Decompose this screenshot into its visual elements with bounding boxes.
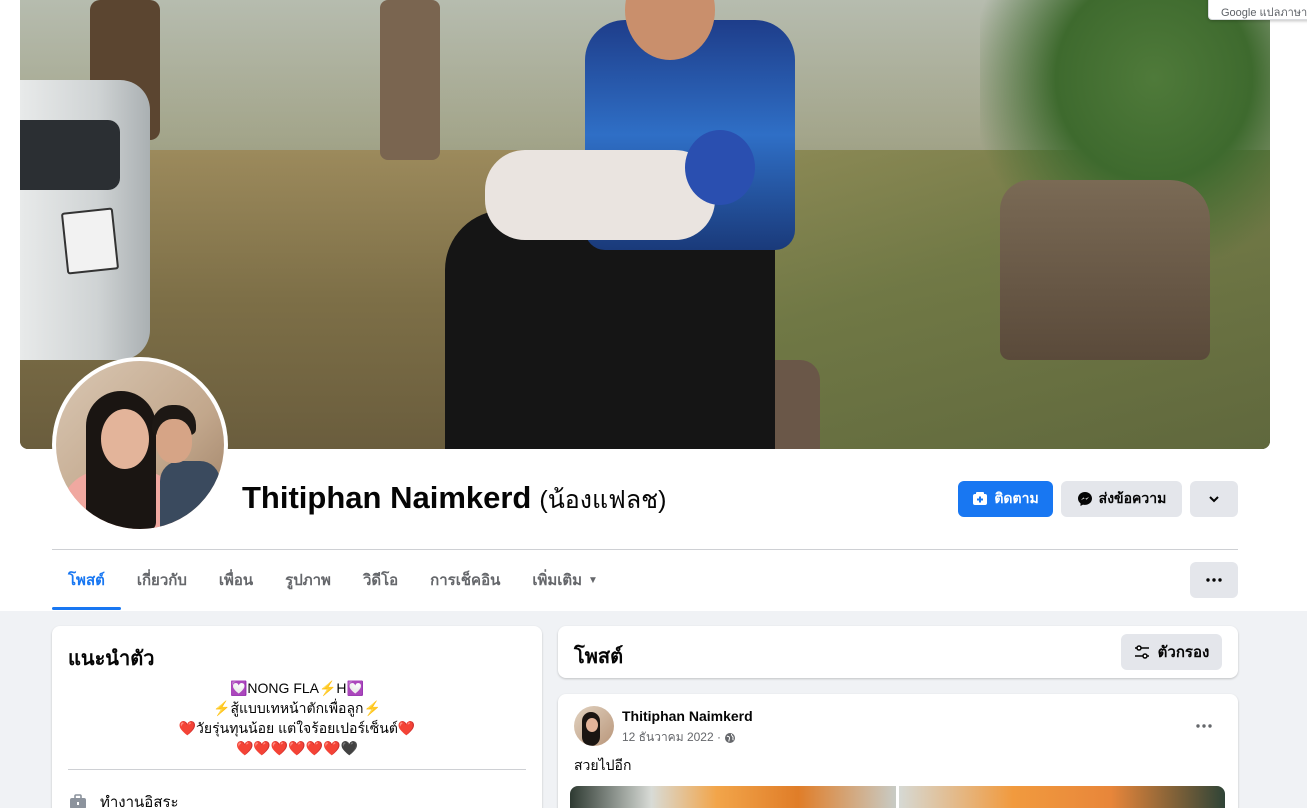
intro-work: ทำงานอิสระ <box>100 794 179 808</box>
post-author[interactable]: Thitiphan Naimkerd <box>622 708 753 724</box>
more-options-button[interactable] <box>1190 562 1238 598</box>
profile-name-row: Thitiphan Naimkerd (น้องแฟลช) <box>242 480 666 520</box>
intro-work-row: ทำงานอิสระ <box>68 790 179 808</box>
profile-name: Thitiphan Naimkerd <box>242 480 532 515</box>
bio-line: ❤️วัยรุ่นทุนน้อย แต่ใจร้อยเปอร์เซ็นต์❤️ <box>178 720 416 736</box>
post-text: สวยไปอีก <box>574 757 632 773</box>
follow-icon <box>973 492 988 505</box>
avatar[interactable] <box>574 706 614 746</box>
follow-button[interactable]: ติดตาม <box>958 481 1053 517</box>
cover-baby-hat <box>685 130 755 205</box>
intro-divider <box>68 769 526 770</box>
cover-person <box>425 0 795 449</box>
filter-label: ตัวกรอง <box>1157 644 1210 661</box>
post-card: Thitiphan Naimkerd 12 ธันวาคม 2022 · สวย… <box>558 694 1238 808</box>
chevron-down-icon <box>1209 496 1219 503</box>
profile-tabs: โพสต์ เกี่ยวกับ เพื่อน รูปภาพ วิดีโอ การ… <box>52 550 614 610</box>
tab-posts[interactable]: โพสต์ <box>52 550 121 610</box>
avatar-person <box>586 718 598 732</box>
profile-actions: ติดตาม ส่งข้อความ <box>958 481 1238 517</box>
messenger-icon <box>1077 492 1092 506</box>
tab-label: เกี่ยวกับ <box>136 572 187 589</box>
filter-button[interactable]: ตัวกรอง <box>1121 634 1222 670</box>
intro-card: แนะนำตัว 💟NONG FLA⚡H💟 ⚡สู้แบบเทหน้าตักเพ… <box>52 626 542 808</box>
google-translate-tooltip[interactable]: Google แปลภาษา <box>1208 0 1307 20</box>
tab-friends[interactable]: เพื่อน <box>203 550 269 610</box>
tab-label: วิดีโอ <box>362 572 399 589</box>
cover-baby <box>485 150 715 240</box>
cover-photo[interactable] <box>20 0 1270 449</box>
tab-photos[interactable]: รูปภาพ <box>269 550 347 610</box>
briefcase-icon <box>70 794 86 808</box>
ellipsis-icon <box>1196 724 1212 728</box>
profile-dropdown-button[interactable] <box>1190 481 1238 517</box>
bio-line: 💟NONG FLA⚡H💟 <box>230 680 364 696</box>
globe-icon <box>724 732 735 743</box>
profile-nickname: (น้องแฟลช) <box>539 486 667 514</box>
post-meta: 12 ธันวาคม 2022 · <box>622 728 736 747</box>
bio-line: ⚡สู้แบบเทหน้าตักเพื่อลูก⚡ <box>213 700 381 716</box>
post-date[interactable]: 12 ธันวาคม 2022 · <box>622 728 721 747</box>
cover-stump <box>1000 180 1210 360</box>
tab-more[interactable]: เพิ่มเติม ▼ <box>516 550 614 610</box>
avatar-person <box>101 409 149 469</box>
post-photo[interactable] <box>570 786 896 808</box>
posts-header-card: โพสต์ ตัวกรอง <box>558 626 1238 678</box>
avatar-person <box>156 419 192 463</box>
post-photo[interactable] <box>899 786 1225 808</box>
post-options-button[interactable] <box>1186 708 1222 744</box>
tab-label: เพิ่มเติม <box>532 572 583 589</box>
tab-label: รูปภาพ <box>285 572 331 589</box>
bio-line: ❤️❤️❤️❤️❤️❤️🖤 <box>235 740 359 756</box>
caret-down-icon: ▼ <box>588 574 598 586</box>
profile-avatar[interactable] <box>52 357 228 533</box>
follow-label: ติดตาม <box>994 490 1039 506</box>
avatar-person <box>160 461 220 529</box>
tab-videos[interactable]: วิดีโอ <box>347 550 414 610</box>
ellipsis-icon <box>1206 578 1222 582</box>
intro-title: แนะนำตัว <box>68 648 155 670</box>
message-label: ส่งข้อความ <box>1098 490 1167 506</box>
avatar <box>56 361 224 529</box>
cover-car-grille <box>20 120 120 190</box>
message-button[interactable]: ส่งข้อความ <box>1061 481 1182 517</box>
tab-about[interactable]: เกี่ยวกับ <box>121 550 203 610</box>
tab-label: เพื่อน <box>218 572 254 589</box>
bio: 💟NONG FLA⚡H💟 ⚡สู้แบบเทหน้าตักเพื่อลูก⚡ ❤… <box>68 678 526 758</box>
posts-title: โพสต์ <box>574 646 624 668</box>
cover-license-plate <box>60 207 120 275</box>
tab-checkins[interactable]: การเช็คอิน <box>414 550 516 610</box>
filter-icon <box>1134 645 1149 659</box>
tab-label: โพสต์ <box>68 572 105 589</box>
tab-label: การเช็คอิน <box>430 572 501 589</box>
